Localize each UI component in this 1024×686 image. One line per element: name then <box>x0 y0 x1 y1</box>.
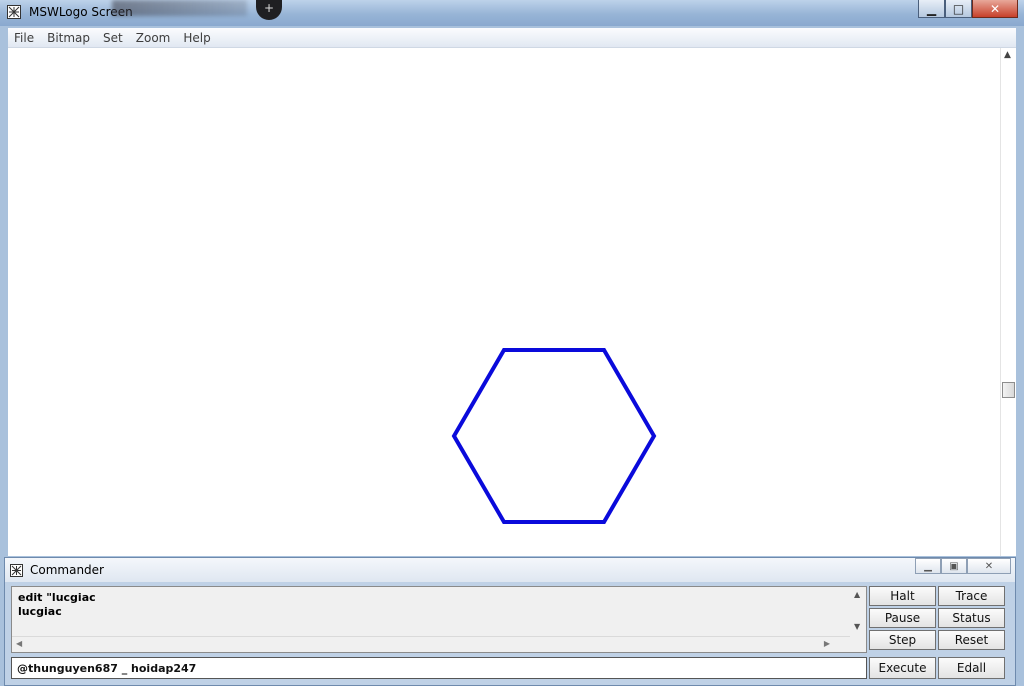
step-button[interactable]: Step <box>869 630 936 650</box>
command-input[interactable] <box>11 657 867 679</box>
menu-help[interactable]: Help <box>183 31 210 45</box>
commander-minimize-button[interactable]: ▁ <box>915 558 941 574</box>
window-controls: ▁ □ ✕ <box>918 0 1018 19</box>
history-vertical-scrollbar[interactable]: ▲ ▼ <box>850 587 866 637</box>
title-bar[interactable]: MSWLogo Screen + ▁ □ ✕ <box>0 0 1024 26</box>
scroll-left-arrow-icon[interactable]: ◀ <box>16 639 22 648</box>
history-horizontal-scrollbar[interactable]: ◀ ▶ <box>12 636 850 652</box>
commander-close-button[interactable]: ✕ <box>967 558 1011 574</box>
commander-title: Commander <box>30 563 104 577</box>
commander-app-icon <box>10 564 23 577</box>
scroll-up-arrow-icon[interactable]: ▲ <box>1004 50 1011 60</box>
reset-button[interactable]: Reset <box>938 630 1005 650</box>
trace-button[interactable]: Trace <box>938 586 1005 606</box>
minimize-icon: ▁ <box>924 560 932 572</box>
pause-button[interactable]: Pause <box>869 608 936 628</box>
blurred-plus-icon: + <box>256 0 282 20</box>
history-line[interactable]: edit "lucgiac <box>18 591 96 605</box>
execute-button[interactable]: Execute <box>869 657 936 679</box>
maximize-icon: □ <box>952 1 965 16</box>
commander-title-bar[interactable]: Commander ▁ ▣ ✕ <box>5 558 1015 582</box>
halt-button[interactable]: Halt <box>869 586 936 606</box>
hexagon-shape <box>451 348 657 524</box>
commander-restore-button[interactable]: ▣ <box>941 558 967 574</box>
menu-bar: File Bitmap Set Zoom Help <box>8 28 1016 48</box>
menu-file[interactable]: File <box>14 31 34 45</box>
mswlogo-window: MSWLogo Screen + ▁ □ ✕ File Bitmap Set Z… <box>0 0 1024 686</box>
blurred-background-tab <box>112 0 247 16</box>
scroll-down-arrow-icon[interactable]: ▼ <box>854 622 860 631</box>
history-lines: edit "lucgiac lucgiac <box>18 591 96 619</box>
edall-button[interactable]: Edall <box>938 657 1005 679</box>
canvas-svg <box>451 348 657 524</box>
minimize-button[interactable]: ▁ <box>918 0 945 18</box>
maximize-button[interactable]: □ <box>945 0 972 18</box>
status-button[interactable]: Status <box>938 608 1005 628</box>
scrollbar-thumb[interactable] <box>1002 382 1015 398</box>
commander-panel: Commander ▁ ▣ ✕ edit "lucgiac lucgiac ▲ … <box>4 557 1016 686</box>
scroll-up-arrow-icon[interactable]: ▲ <box>854 590 860 599</box>
commander-controls: ▁ ▣ ✕ <box>915 558 1011 574</box>
logo-drawing-canvas[interactable] <box>8 48 1000 556</box>
canvas-vertical-scrollbar[interactable]: ▲ <box>1000 48 1016 556</box>
history-line[interactable]: lucgiac <box>18 605 96 619</box>
menu-bitmap[interactable]: Bitmap <box>47 31 90 45</box>
menu-set[interactable]: Set <box>103 31 123 45</box>
close-button[interactable]: ✕ <box>972 0 1018 18</box>
mswlogo-app-icon <box>7 5 21 19</box>
scroll-right-arrow-icon[interactable]: ▶ <box>824 639 830 648</box>
minimize-icon: ▁ <box>926 1 937 16</box>
command-history-box[interactable]: edit "lucgiac lucgiac ▲ ▼ ◀ ▶ <box>11 586 867 653</box>
menu-zoom[interactable]: Zoom <box>136 31 171 45</box>
restore-icon: ▣ <box>949 560 959 572</box>
close-icon: ✕ <box>984 560 994 572</box>
close-icon: ✕ <box>989 1 1001 16</box>
